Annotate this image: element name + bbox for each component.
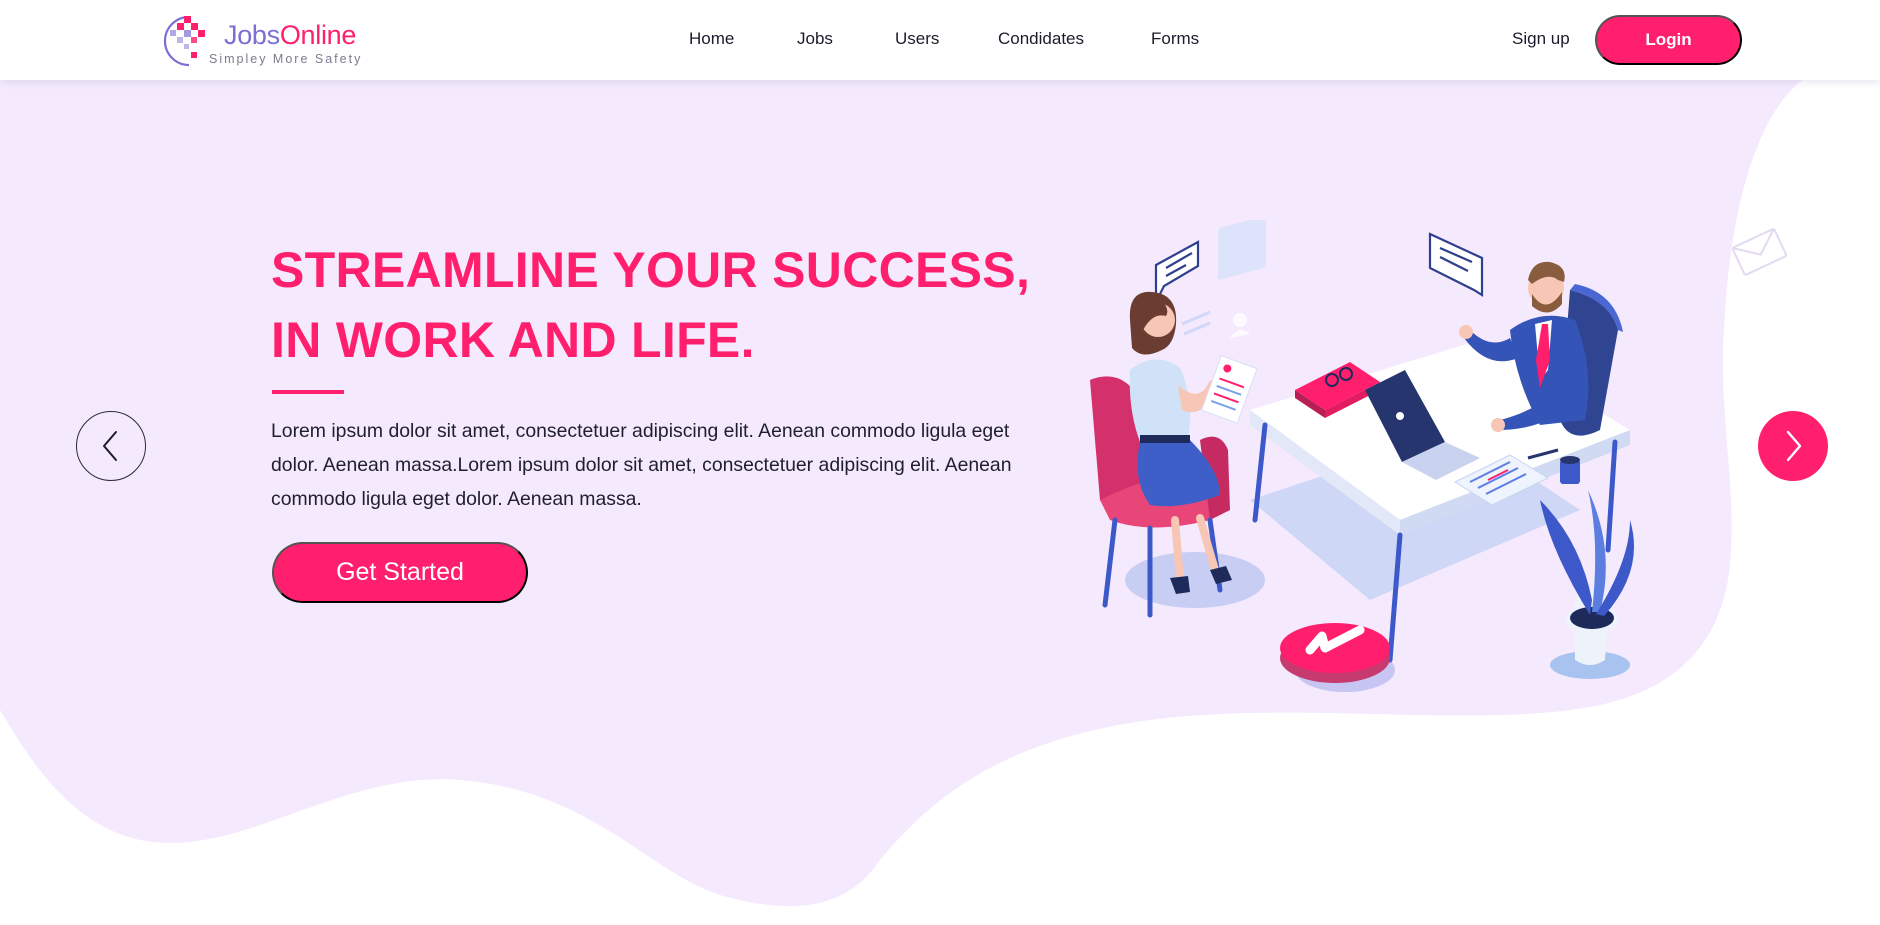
slider-next-button[interactable] — [1758, 411, 1828, 481]
nav-item-users[interactable]: Users — [895, 29, 939, 49]
chevron-right-icon — [1786, 430, 1802, 462]
nav-item-condidates[interactable]: Condidates — [998, 29, 1084, 49]
logo-mark-icon — [163, 15, 205, 67]
hero-description: Lorem ipsum dolor sit amet, consectetuer… — [271, 420, 1012, 510]
hero-title-line2: IN WORK AND LIFE. — [271, 312, 755, 368]
get-started-button[interactable]: Get Started — [272, 542, 528, 603]
office-interview-illustration — [1090, 220, 1635, 692]
chevron-left-icon — [103, 431, 117, 461]
site-header: JobsOnline Simpley More Safety Home Jobs… — [0, 0, 1880, 80]
nav-item-home[interactable]: Home — [689, 29, 734, 49]
nav-item-jobs[interactable]: Jobs — [797, 29, 833, 49]
login-button[interactable]: Login — [1595, 15, 1742, 65]
brand-logo[interactable]: JobsOnline Simpley More Safety — [162, 14, 372, 68]
slider-prev-button[interactable] — [76, 411, 146, 481]
envelope-icon — [1731, 228, 1787, 276]
hero-title-line1: STREAMLINE YOUR SUCCESS, — [271, 242, 1031, 298]
brand-name-part2: Online — [279, 20, 357, 50]
signup-link[interactable]: Sign up — [1512, 29, 1570, 49]
brand-name: JobsOnline — [224, 20, 356, 51]
hero-divider — [272, 390, 344, 394]
brand-tagline: Simpley More Safety — [209, 52, 363, 66]
brand-name-part1: Jobs — [224, 20, 280, 50]
hero-title: STREAMLINE YOUR SUCCESS, IN WORK AND LIF… — [271, 235, 1031, 375]
nav-item-forms[interactable]: Forms — [1151, 29, 1199, 49]
